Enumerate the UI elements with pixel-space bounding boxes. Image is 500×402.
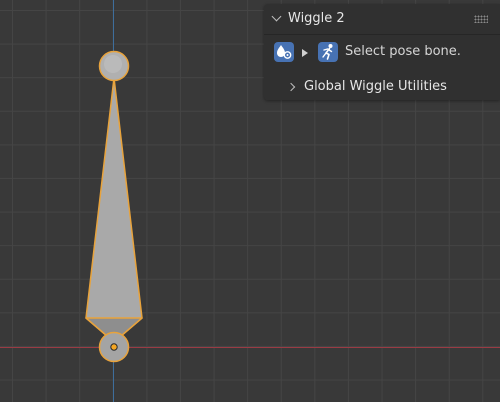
physics-drop-icon[interactable]: [274, 42, 294, 62]
3d-viewport[interactable]: Wiggle 2 Select pose bone. Global Wiggle…: [0, 0, 500, 402]
status-row: Select pose bone.: [264, 39, 500, 65]
panel-title: Wiggle 2: [288, 11, 345, 26]
subpanel-label: Global Wiggle Utilities: [304, 79, 447, 94]
object-origin-point: [110, 343, 118, 351]
global-utilities-subpanel[interactable]: Global Wiggle Utilities: [264, 76, 500, 98]
wiggle-sidebar-panel: Wiggle 2 Select pose bone. Global Wiggle…: [264, 4, 500, 100]
chevron-down-icon[interactable]: [271, 11, 282, 22]
bone-body[interactable]: [85, 77, 143, 343]
triangle-right-icon[interactable]: [302, 49, 308, 57]
bone-head-highlight: [104, 55, 122, 73]
status-message: Select pose bone.: [345, 44, 461, 59]
armature-pose-icon[interactable]: [318, 42, 338, 62]
panel-header[interactable]: Wiggle 2: [264, 4, 500, 35]
drag-handle-icon[interactable]: [474, 15, 488, 23]
chevron-right-icon[interactable]: [286, 82, 296, 92]
